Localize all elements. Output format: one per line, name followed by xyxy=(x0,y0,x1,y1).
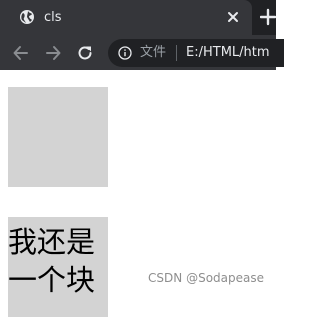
reload-icon[interactable] xyxy=(76,44,94,62)
omnibox-divider xyxy=(176,45,177,61)
tab-title: cls xyxy=(44,10,62,25)
close-icon[interactable] xyxy=(224,8,242,26)
toolbar: 文件 E:/HTML/htm xyxy=(0,35,284,70)
page-viewport: 我还是一个块 CSDN @Sodapease xyxy=(0,70,276,325)
block-text: 我还是一个块 xyxy=(8,225,96,297)
back-arrow-icon[interactable] xyxy=(12,44,30,62)
block-text-empty xyxy=(8,87,108,93)
info-icon[interactable] xyxy=(118,46,132,60)
gray-block-with-text: 我还是一个块 xyxy=(8,217,108,317)
tab-cls[interactable]: cls xyxy=(0,0,252,35)
forward-arrow-icon[interactable] xyxy=(44,44,62,62)
gray-block-empty xyxy=(8,87,108,187)
plus-icon[interactable] xyxy=(260,8,276,26)
globe-icon xyxy=(20,10,34,24)
watermark: CSDN @Sodapease xyxy=(148,271,264,285)
url-text[interactable]: E:/HTML/htm xyxy=(186,45,270,61)
browser-window: cls 文件 E:/HTML/htm 我还是一个块 CSDN @Sodapeas… xyxy=(0,0,284,325)
address-bar[interactable]: 文件 E:/HTML/htm xyxy=(108,39,284,67)
tab-strip: cls xyxy=(0,0,276,35)
scheme-label: 文件 xyxy=(140,45,167,60)
